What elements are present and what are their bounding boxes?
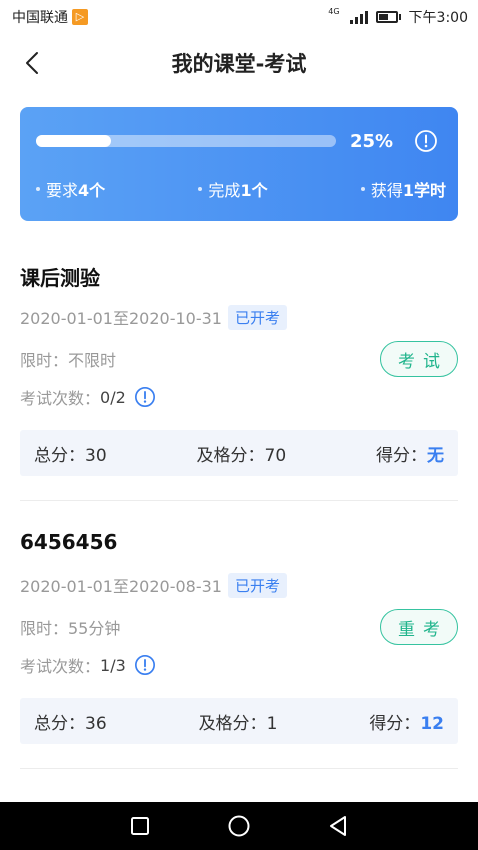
bullet-dot [36,187,40,191]
exam-attempts-row: 考试次数： 0/2 [20,384,458,410]
exam-attempts-value: 1/3 [100,655,126,675]
exam-item: 6456456 2020-01-01至2020-08-31 已开考 限时：55分… [20,530,458,744]
stat-completed: 完成 1个 [198,177,268,201]
home-button[interactable] [227,814,251,838]
obtained-score-value: 12 [420,713,444,734]
retake-exam-button[interactable]: 重考 [380,609,458,645]
bullet-dot [360,187,365,191]
exam-date-range: 2020-01-01至2020-08-31 [20,577,222,596]
exam-attempts-value: 0/2 [100,387,126,407]
total-score-value: 30 [85,445,107,466]
carrier-app-icon: ▷ [72,9,88,25]
stat-completed-value: 1个 [240,181,268,200]
obtained-score: 得分：12 [369,709,444,734]
info-icon[interactable] [134,386,156,408]
pass-score-label: 及格分： [198,713,267,734]
system-back-button[interactable] [326,814,350,838]
exam-title: 课后测验 [20,266,100,290]
exam-status-badge: 已开考 [227,572,287,598]
exam-date-row: 2020-01-01至2020-08-31 已开考 [20,572,458,598]
pass-score: 及格分：1 [199,709,278,734]
stat-completed-label: 完成 [208,181,241,200]
exam-attempts-row: 考试次数： 1/3 [20,652,458,678]
obtained-score-label: 得分： [376,445,427,466]
obtained-score-value: 无 [427,445,444,466]
info-icon[interactable] [134,654,156,676]
exam-attempts-label: 考试次数： [20,657,101,676]
circle-icon [228,815,250,837]
status-left: 中国联通 ▷ [12,7,88,27]
signal-icon [349,10,368,24]
pass-score-label: 及格分： [196,445,265,466]
total-score: 总分：36 [34,709,107,734]
progress-card: 25% 要求 4个 完成 1个 获得 1学时 [20,107,458,221]
exam-status-badge: 已开考 [227,304,287,330]
exam-date-range: 2020-01-01至2020-10-31 [20,309,222,328]
triangle-back-icon [330,816,347,836]
stat-earned-label: 获得 [370,181,403,200]
status-bar: 中国联通 ▷ 4G 下午3:00 [0,0,478,34]
divider [20,768,458,769]
bullet-dot [198,187,203,191]
status-time: 下午3:00 [408,10,468,26]
page-title: 我的课堂-考试 [171,52,307,76]
stat-required: 要求 4个 [36,177,105,201]
exam-title: 6456456 [20,530,118,554]
stat-earned: 获得 1学时 [360,177,446,201]
obtained-score-label: 得分： [369,713,421,734]
exam-time-limit: 限时：55分钟 [20,619,121,638]
exam-attempts-label: 考试次数： [20,389,101,408]
exam-date-row: 2020-01-01至2020-10-31 已开考 [20,304,458,330]
obtained-score: 得分：无 [376,441,444,466]
take-exam-button[interactable]: 考试 [380,341,458,377]
stat-required-value: 4个 [78,181,106,200]
exam-item: 课后测验 2020-01-01至2020-10-31 已开考 限时：不限时 考试… [20,262,458,476]
total-score-label: 总分： [34,445,85,466]
exam-limit-row: 限时：不限时 考试 [20,341,458,377]
carrier-name: 中国联通 [12,10,68,26]
exam-time-limit: 限时：不限时 [20,351,117,370]
network-type: 4G [328,7,340,16]
stat-earned-value: 1学时 [402,181,446,200]
recent-apps-button[interactable] [128,814,152,838]
nav-bar: 我的课堂-考试 [0,34,478,92]
info-icon[interactable] [414,129,438,153]
square-icon [130,817,149,835]
total-score: 总分：30 [34,441,107,466]
exam-limit-row: 限时：55分钟 重考 [20,609,458,645]
progress-bar-fill [36,135,111,147]
back-button[interactable] [16,47,48,79]
total-score-value: 36 [85,713,107,734]
total-score-label: 总分： [34,713,85,734]
score-box: 总分：36 及格分：1 得分：12 [20,698,458,744]
progress-stats: 要求 4个 完成 1个 获得 1学时 [36,177,446,201]
score-box: 总分：30 及格分：70 得分：无 [20,430,458,476]
battery-icon [375,11,401,23]
chevron-left-icon [26,52,38,74]
progress-percent: 25% [350,131,394,152]
system-nav-bar [0,802,478,850]
pass-score-value: 1 [266,713,278,734]
pass-score: 及格分：70 [197,441,287,466]
stat-required-label: 要求 [46,181,79,200]
pass-score-value: 70 [264,445,287,466]
divider [20,500,458,501]
progress-bar [36,135,336,147]
status-right: 4G 下午3:00 [328,7,468,27]
